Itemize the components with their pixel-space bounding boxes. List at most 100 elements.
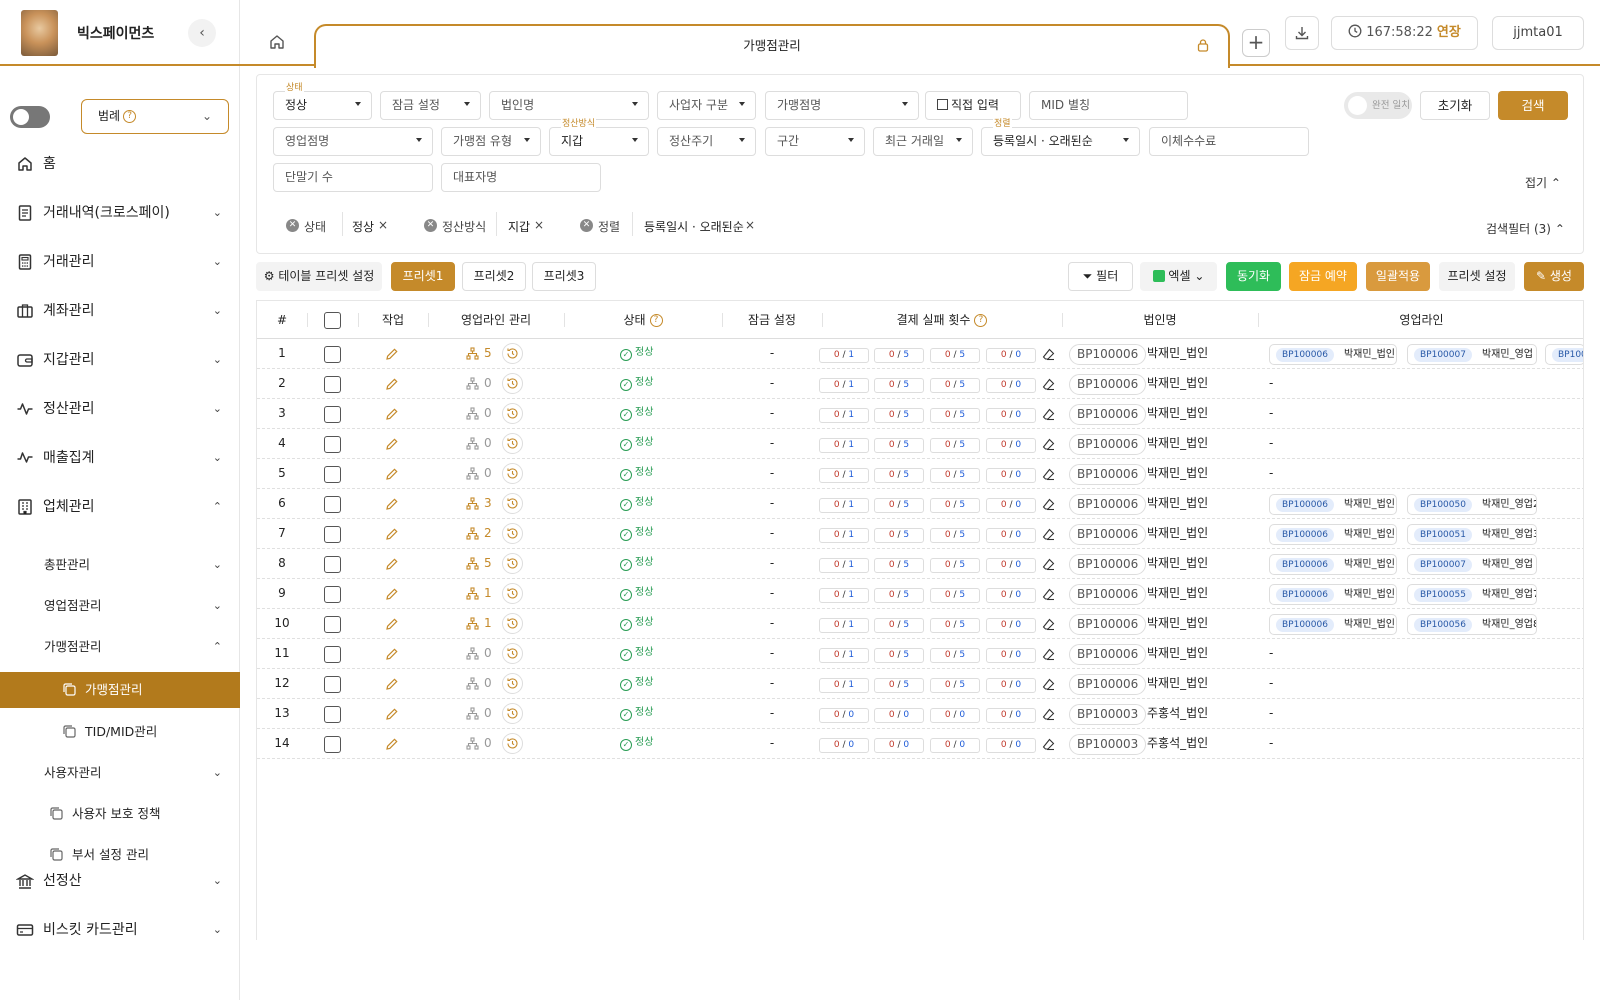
edit-icon[interactable]	[385, 497, 399, 511]
table-row[interactable]: 7 2 ✓ 정상 -0 / 10 / 50 / 50 / 0 BP100006 박재민_법인…	[257, 519, 1583, 549]
salesline-tag[interactable]: BP100006 박재민_법인	[1269, 524, 1397, 545]
history-button[interactable]	[502, 403, 523, 424]
direct-input-checkbox[interactable]: 직접 입력	[925, 91, 1021, 120]
salesline-tag[interactable]: BP100006 박재민_법인	[1269, 584, 1397, 605]
merchant-name-select[interactable]: 가맹점명	[765, 91, 919, 120]
user-menu[interactable]: jjmta01	[1492, 16, 1584, 50]
terminal-count-input[interactable]: 단말기 수	[273, 163, 433, 192]
row-checkbox[interactable]	[324, 556, 341, 573]
checkbox[interactable]	[937, 99, 948, 110]
table-row[interactable]: 11 0 ✓ 정상 - 0 / 1 0 / 5 0 / 5 0 / 0 BP100006 박재민_법…	[257, 639, 1583, 669]
edit-icon[interactable]	[385, 407, 399, 421]
remove-chip-icon[interactable]: ✕	[424, 219, 437, 232]
chip-close-icon[interactable]: ×	[378, 218, 388, 232]
row-checkbox[interactable]	[324, 466, 341, 483]
row-checkbox[interactable]	[324, 706, 341, 723]
preset1-button[interactable]: 프리셋1	[391, 262, 455, 291]
preset-setup-button[interactable]: 프리셋 설정	[1439, 262, 1515, 291]
row-checkbox[interactable]	[324, 646, 341, 663]
history-button[interactable]	[502, 463, 523, 484]
edit-icon[interactable]	[385, 677, 399, 691]
salesline-tag[interactable]: BP100056 박재민_영업8	[1407, 614, 1537, 635]
chip-close-icon[interactable]: ×	[745, 218, 755, 232]
history-button[interactable]	[502, 433, 523, 454]
table-row[interactable]: 4 0 ✓ 정상 - 0 / 1 0 / 5 0 / 5 0 / 0 BP100006 박재민_법인…	[257, 429, 1583, 459]
transfer-fee-input[interactable]: 이체수수료	[1149, 127, 1309, 156]
edit-icon[interactable]	[385, 347, 399, 361]
salesline-tag[interactable]: BP100006 박재민_법인	[1269, 494, 1397, 515]
table-row[interactable]: 8 5 ✓ 정상 -0 / 10 / 50 / 50 / 0 BP100006 박재민_법인…	[257, 549, 1583, 579]
salesline-tag[interactable]: BP100051 박재민_영업3	[1407, 524, 1537, 545]
table-row[interactable]: 6 3 ✓ 정상 -0 / 10 / 50 / 50 / 0 BP100006 박재민_법인…	[257, 489, 1583, 519]
edit-icon[interactable]	[385, 527, 399, 541]
eraser-icon[interactable]	[1042, 348, 1055, 361]
history-button[interactable]	[502, 703, 523, 724]
sidebar-item-9[interactable]: 선정산 ⌄	[0, 861, 240, 901]
row-checkbox[interactable]	[324, 616, 341, 633]
mid-alias-input[interactable]: MID 별칭	[1029, 91, 1188, 120]
edit-icon[interactable]	[385, 587, 399, 601]
corp-name-select[interactable]: 법인명	[489, 91, 649, 120]
history-button[interactable]	[502, 733, 523, 754]
history-button[interactable]	[502, 673, 523, 694]
eraser-icon[interactable]	[1042, 678, 1055, 691]
edit-icon[interactable]	[385, 377, 399, 391]
sidebar-item-5[interactable]: 지갑관리 ⌄	[0, 340, 240, 380]
sidebar-item-3[interactable]: 거래관리 ⌄	[0, 242, 240, 282]
eraser-icon[interactable]	[1042, 708, 1055, 721]
sidebar-item-user-policy[interactable]: 사용자 보호 정책	[0, 796, 240, 832]
sidebar-item-merchant-leaf[interactable]: 가맹점관리	[0, 672, 240, 708]
eraser-icon[interactable]	[1042, 468, 1055, 481]
home-icon[interactable]	[268, 33, 286, 51]
merchant-type-select[interactable]: 가맹점 유형	[441, 127, 541, 156]
sales-office-select[interactable]: 영업점명	[273, 127, 433, 156]
edit-icon[interactable]	[385, 707, 399, 721]
salesline-tag[interactable]: BP100050 박재민_영업2	[1407, 494, 1537, 515]
table-row[interactable]: 1 5 ✓ 정상 -0 / 10 / 50 / 50 / 0 BP100006 박재민_법인…	[257, 339, 1583, 369]
eraser-icon[interactable]	[1042, 738, 1055, 751]
sidebar-item-10[interactable]: 비스킷 카드관리 ⌄	[0, 910, 240, 950]
rep-name-input[interactable]: 대표자명	[441, 163, 601, 192]
help-icon[interactable]: ?	[649, 314, 663, 327]
salesline-tag[interactable]: BP100007 박재민_영업	[1407, 554, 1537, 575]
tab-merchant[interactable]: 가맹점관리	[314, 24, 1230, 68]
table-row[interactable]: 10 1 ✓ 정상 -0 / 10 / 50 / 50 / 0 BP100006 박재민_법…	[257, 609, 1583, 639]
table-row[interactable]: 12 0 ✓ 정상 - 0 / 1 0 / 5 0 / 5 0 / 0 BP100006 박재민_법…	[257, 669, 1583, 699]
remove-chip-icon[interactable]: ✕	[580, 219, 593, 232]
eraser-icon[interactable]	[1042, 648, 1055, 661]
row-checkbox[interactable]	[324, 526, 341, 543]
sort-select[interactable]: 정렬 등록일시 · 오래된순	[981, 118, 1140, 156]
sync-button[interactable]: 동기화	[1226, 262, 1281, 291]
theme-toggle[interactable]	[10, 106, 50, 128]
full-match-toggle[interactable]: 완전 일치	[1344, 92, 1412, 119]
salesline-tag[interactable]: BP100007 박재민_영업	[1407, 344, 1537, 365]
row-checkbox[interactable]	[324, 376, 341, 393]
edit-icon[interactable]	[385, 467, 399, 481]
eraser-icon[interactable]	[1042, 558, 1055, 571]
table-row[interactable]: 3 0 ✓ 정상 - 0 / 1 0 / 5 0 / 5 0 / 0 BP100006 박재민_법인…	[257, 399, 1583, 429]
select-all-checkbox[interactable]	[324, 312, 341, 329]
table-row[interactable]: 13 0 ✓ 정상 - 0 / 0 0 / 0 0 / 0 0 / 0 BP100003 주홍석_법…	[257, 699, 1583, 729]
lock-reserve-button[interactable]: 잠금 예약	[1289, 262, 1357, 291]
history-button[interactable]	[502, 373, 523, 394]
reset-button[interactable]: 초기화	[1420, 91, 1490, 120]
edit-icon[interactable]	[385, 617, 399, 631]
eraser-icon[interactable]	[1042, 498, 1055, 511]
sidebar-item-4[interactable]: 계좌관리 ⌄	[0, 291, 240, 331]
bulk-apply-button[interactable]: 일괄적용	[1366, 262, 1430, 291]
row-checkbox[interactable]	[324, 406, 341, 423]
table-row[interactable]: 14 0 ✓ 정상 - 0 / 0 0 / 0 0 / 0 0 / 0 BP100003 주홍석_법…	[257, 729, 1583, 759]
table-row[interactable]: 5 0 ✓ 정상 - 0 / 1 0 / 5 0 / 5 0 / 0 BP100006 박재민_법인…	[257, 459, 1583, 489]
sidebar-item-chongpan[interactable]: 총판관리 ⌄	[0, 547, 240, 583]
sidebar-item-7[interactable]: 매출집계 ⌄	[0, 438, 240, 478]
sidebar-item-tidmid[interactable]: TID/MID관리	[0, 714, 240, 750]
salesline-tag[interactable]: BP100	[1545, 344, 1583, 365]
help-icon[interactable]: ?	[974, 314, 988, 327]
create-button[interactable]: ✎ 생성	[1524, 262, 1584, 291]
row-checkbox[interactable]	[324, 736, 341, 753]
salesline-tag[interactable]: BP100055 박재민_영업7	[1407, 584, 1537, 605]
eraser-icon[interactable]	[1042, 408, 1055, 421]
history-button[interactable]	[502, 613, 523, 634]
history-button[interactable]	[502, 523, 523, 544]
sidebar-item-1[interactable]: 홈	[0, 144, 240, 184]
